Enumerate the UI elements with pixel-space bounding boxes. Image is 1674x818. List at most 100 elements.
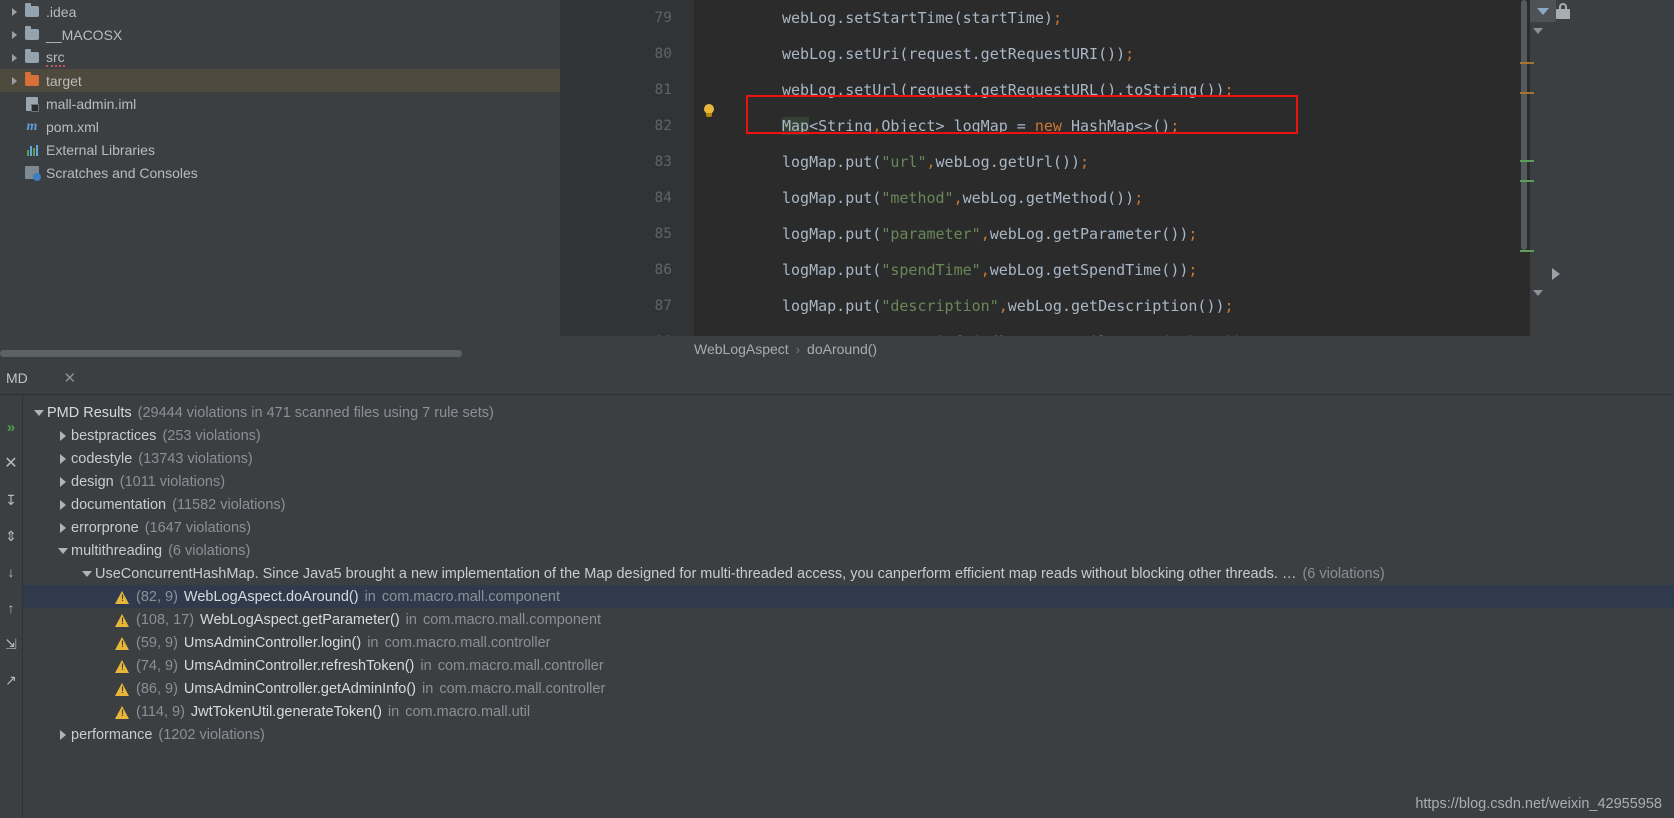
folder-icon — [22, 0, 42, 23]
scratches-icon — [22, 161, 42, 184]
pmd-toolbar: » ✕ ↧ ⇕ ↓ ↑ ⇲ ↗ — [0, 395, 22, 818]
pmd-category-row[interactable]: design (1011 violations) — [23, 470, 1674, 493]
chevron-right-icon[interactable] — [55, 424, 71, 447]
pmd-category-row[interactable]: codestyle (13743 violations) — [23, 447, 1674, 470]
chevron-down-icon[interactable] — [79, 562, 95, 585]
code-line[interactable]: 88 // LOGGER.info("{}", JSONUtil.parse(we… — [560, 324, 1674, 336]
chevron-down-icon[interactable] — [1533, 28, 1543, 34]
project-tool-window[interactable]: .idea __MACOSXsrc target mall-admin.iml m pom… — [0, 0, 560, 358]
collapse-all-icon[interactable]: ↧ — [2, 491, 20, 509]
close-icon[interactable]: ✕ — [62, 369, 78, 387]
pmd-violation-row[interactable]: (114, 9) JwtTokenUtil.generateToken() inco… — [23, 700, 1674, 723]
code-text: webLog.setUri(request.getRequestURI()); — [782, 45, 1135, 63]
next-occurrence-icon[interactable]: ↓ — [2, 563, 20, 581]
expand-all-icon[interactable]: ⇕ — [2, 527, 20, 545]
chevron-right-icon[interactable] — [55, 447, 71, 470]
pmd-results-tree[interactable]: PMD Results (29444 violations in 471 scan… — [22, 395, 1674, 818]
warning-icon — [115, 636, 130, 652]
project-tree-item[interactable]: External Libraries — [0, 138, 560, 161]
violation-in-word: in — [367, 634, 379, 651]
chevron-right-icon[interactable] — [6, 46, 22, 69]
project-tree-item[interactable]: Scratches and Consoles — [0, 161, 560, 184]
project-tree-item-label: target — [46, 72, 82, 89]
intention-bulb-icon[interactable] — [702, 104, 716, 118]
code-line[interactable]: 85 logMap.put("parameter",webLog.getParam… — [560, 216, 1674, 252]
folder-icon — [22, 46, 42, 69]
violation-member: UmsAdminController.getAdminInfo() — [183, 680, 417, 697]
warning-icon — [115, 659, 130, 675]
chevron-down-bottom-icon[interactable] — [1533, 290, 1543, 296]
editor-area: .idea __MACOSXsrc target mall-admin.iml m pom… — [0, 0, 1674, 368]
pmd-category-row[interactable]: documentation (11582 violations) — [23, 493, 1674, 516]
tab-pmd[interactable]: MD — [2, 370, 32, 386]
rerun-icon[interactable]: » — [2, 419, 20, 437]
inspection-widget-icon[interactable] — [1530, 0, 1556, 22]
line-number: 82 — [654, 118, 672, 134]
violation-location: (114, 9) — [136, 703, 185, 720]
violation-location: (59, 9) — [136, 634, 178, 651]
violation-member: JwtTokenUtil.generateToken() — [190, 703, 382, 720]
pmd-category-row[interactable]: performance (1202 violations) — [23, 723, 1674, 746]
project-tree-item-label: __MACOSX — [46, 26, 123, 43]
pmd-category-row[interactable]: errorprone (1647 violations) — [23, 516, 1674, 539]
code-line[interactable]: 82 Map<String,Object> logMap = new HashMa… — [560, 108, 1674, 144]
code-text: logMap.put("method",webLog.getMethod()); — [782, 189, 1144, 207]
pmd-category-label: design — [71, 473, 114, 490]
project-tree-item[interactable]: mall-admin.iml — [0, 92, 560, 115]
pmd-category-row[interactable]: bestpractices (253 violations) — [23, 424, 1674, 447]
pmd-violation-row[interactable]: (59, 9) UmsAdminController.login() in com.m… — [23, 631, 1674, 654]
scroll-marker-warning — [1520, 62, 1534, 64]
project-tree-item[interactable]: __MACOSX — [0, 23, 560, 46]
pmd-results-root[interactable]: PMD Results (29444 violations in 471 scan… — [23, 401, 1674, 424]
code-text: logMap.put("url",webLog.getUrl()); — [782, 153, 1090, 171]
code-line[interactable]: 81 webLog.setUrl(request.getRequestURL().… — [560, 72, 1674, 108]
pmd-root-label: PMD Results — [47, 404, 132, 421]
pmd-violation-row[interactable]: (82, 9) WebLogAspect.doAround() in com.macr… — [23, 585, 1674, 608]
violation-member: WebLogAspect.doAround() — [183, 588, 359, 605]
close-results-icon[interactable]: ✕ — [2, 455, 20, 473]
pmd-violation-row[interactable]: (86, 9) UmsAdminController.getAdminInfo()… — [23, 677, 1674, 700]
violation-member: UmsAdminController.refreshToken() — [183, 657, 415, 674]
chevron-right-icon[interactable] — [55, 470, 71, 493]
breadcrumb-method[interactable]: doAround() — [807, 341, 877, 357]
pmd-category-row[interactable]: multithreading (6 violations) — [23, 539, 1674, 562]
code-text: logMap.put("spendTime",webLog.getSpendTi… — [782, 261, 1198, 279]
no-arrow — [6, 115, 22, 138]
expand-right-icon[interactable] — [1552, 268, 1560, 280]
code-line[interactable]: 87 logMap.put("description",webLog.getDes… — [560, 288, 1674, 324]
code-editor[interactable]: 79 webLog.setStartTime(startTime); 80 webLo… — [560, 0, 1674, 336]
export-icon[interactable]: ↗ — [2, 671, 20, 689]
pmd-violation-row[interactable]: (108, 17) WebLogAspect.getParameter() inco… — [23, 608, 1674, 631]
code-line[interactable]: 80 webLog.setUri(request.getRequestURI())… — [560, 36, 1674, 72]
chevron-right-icon[interactable] — [55, 516, 71, 539]
violation-location: (82, 9) — [136, 588, 178, 605]
code-text: // LOGGER.info("{}", JSONUtil.parse(webL… — [782, 324, 1252, 336]
project-tree-item[interactable]: .idea — [0, 0, 560, 23]
line-number: 86 — [654, 262, 672, 278]
project-horizontal-scrollbar[interactable] — [0, 348, 560, 358]
line-number: 79 — [654, 10, 672, 26]
code-line[interactable]: 84 logMap.put("method",webLog.getMethod()… — [560, 180, 1674, 216]
chevron-right-icon[interactable] — [55, 723, 71, 746]
breadcrumb[interactable]: WebLogAspect › doAround() — [560, 336, 1674, 362]
code-line[interactable]: 83 logMap.put("url",webLog.getUrl()); — [560, 144, 1674, 180]
project-tree-item[interactable]: src — [0, 46, 560, 69]
breadcrumb-class[interactable]: WebLogAspect — [694, 341, 789, 357]
project-tree-item[interactable]: m pom.xml — [0, 115, 560, 138]
pmd-violation-row[interactable]: (74, 9) UmsAdminController.refreshToken()… — [23, 654, 1674, 677]
chevron-right-icon[interactable] — [55, 493, 71, 516]
pmd-rule-row[interactable]: UseConcurrentHashMap. Since Java5 brough… — [23, 562, 1674, 585]
editor-vertical-scrollbar[interactable] — [1520, 0, 1528, 336]
chevron-right-icon[interactable] — [6, 0, 22, 23]
project-tree-item[interactable]: target — [0, 69, 560, 92]
code-line[interactable]: 79 webLog.setStartTime(startTime); — [560, 0, 1674, 36]
chevron-right-icon[interactable] — [6, 69, 22, 92]
previous-occurrence-icon[interactable]: ↑ — [2, 599, 20, 617]
autoscroll-to-source-icon[interactable]: ⇲ — [2, 635, 20, 653]
violation-in-word: in — [420, 657, 432, 674]
chevron-down-icon[interactable] — [31, 401, 47, 424]
code-line[interactable]: 86 logMap.put("spendTime",webLog.getSpend… — [560, 252, 1674, 288]
chevron-right-icon[interactable] — [6, 23, 22, 46]
violation-package: com.macro.mall.controller — [439, 680, 606, 697]
chevron-down-icon[interactable] — [55, 539, 71, 562]
